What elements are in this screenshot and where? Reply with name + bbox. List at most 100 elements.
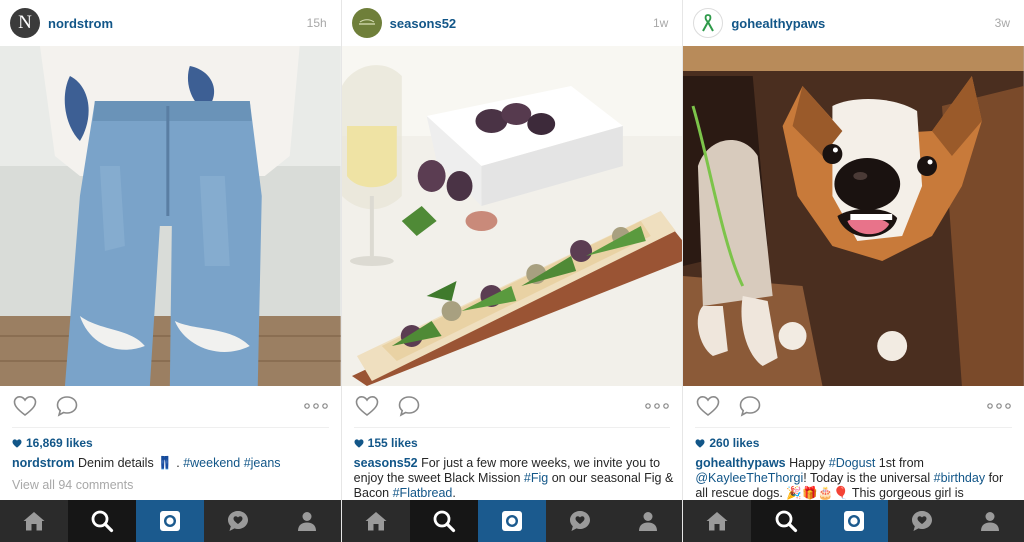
- tab-profile[interactable]: [614, 500, 683, 542]
- tab-activity[interactable]: [204, 500, 273, 542]
- post-header: N nordstrom 15h: [0, 0, 341, 46]
- person-icon: [297, 512, 316, 531]
- home-icon: [23, 512, 45, 531]
- post-username[interactable]: nordstrom: [48, 16, 307, 31]
- likes-count[interactable]: 16,869 likes: [12, 436, 93, 450]
- tab-camera[interactable]: [819, 500, 888, 542]
- bottom-tab-bar: [341, 500, 683, 542]
- ellipsis-icon: [645, 403, 670, 409]
- tab-profile[interactable]: [955, 500, 1024, 542]
- post-caption: seasons52 For just a few more weeks, we …: [354, 456, 674, 501]
- likes-label: 260 likes: [709, 436, 760, 450]
- speech-bubble-icon: [740, 396, 761, 417]
- likes-count[interactable]: 260 likes: [695, 436, 759, 450]
- caption-username[interactable]: gohealthypaws: [695, 456, 785, 470]
- hashtag-fig[interactable]: #Fig: [524, 471, 548, 485]
- tab-home[interactable]: [683, 500, 752, 542]
- search-icon: [775, 510, 797, 533]
- avatar[interactable]: [693, 8, 724, 38]
- post-photo[interactable]: [341, 46, 683, 386]
- caption-text: Denim details: [77, 456, 154, 470]
- home-icon: [365, 512, 387, 531]
- caption-username[interactable]: nordstrom: [12, 456, 75, 470]
- home-icon: [706, 512, 728, 531]
- camera-icon: [843, 511, 864, 531]
- comment-button[interactable]: [54, 393, 80, 419]
- comment-button[interactable]: [737, 393, 763, 419]
- feed-panels: N nordstrom 15h 16,869 likes nordstrom D…: [0, 0, 1024, 542]
- post-panel-nordstrom: N nordstrom 15h 16,869 likes nordstrom D…: [0, 0, 341, 542]
- search-icon: [91, 510, 114, 533]
- denim-photo: [0, 46, 341, 386]
- heart-outline-icon: [355, 395, 378, 417]
- post-header: seasons52 1w: [342, 0, 683, 46]
- divider: [12, 427, 329, 428]
- view-comments-link[interactable]: View all 94 comments: [12, 478, 133, 492]
- caption-username[interactable]: seasons52: [354, 456, 418, 470]
- tab-camera[interactable]: [136, 500, 205, 542]
- hashtag-weekend[interactable]: #weekend: [183, 456, 240, 470]
- small-heart-icon: [695, 438, 705, 448]
- caption-text: Happy: [789, 456, 826, 470]
- camera-icon: [160, 511, 181, 531]
- more-options-button[interactable]: [986, 393, 1012, 419]
- post-photo[interactable]: [0, 46, 341, 386]
- heart-bubble-icon: [228, 511, 249, 531]
- post-photo[interactable]: [683, 46, 1024, 386]
- post-username[interactable]: gohealthypaws: [731, 16, 994, 31]
- avatar[interactable]: N: [10, 8, 40, 38]
- post-username[interactable]: seasons52: [390, 16, 653, 31]
- seasons52-logo-icon: [358, 19, 375, 25]
- post-timestamp: 1w: [653, 16, 669, 30]
- hashtag-dogust[interactable]: #Dogust: [829, 456, 876, 470]
- small-heart-icon: [12, 438, 22, 448]
- tab-camera[interactable]: [477, 500, 547, 542]
- bottom-tab-bar: [683, 500, 1024, 542]
- avatar[interactable]: [351, 8, 382, 38]
- caption-text: .: [452, 486, 456, 500]
- action-row: [0, 390, 341, 422]
- camera-icon: [502, 511, 523, 531]
- bottom-tab-bar: [0, 500, 341, 542]
- like-button[interactable]: [354, 393, 380, 419]
- caption-emojis: 🎉🎁🎂🎈: [786, 486, 849, 500]
- person-icon: [980, 512, 999, 531]
- post-panel-gohealthypaws: gohealthypaws 3w 260 likes gohealthypaws…: [682, 0, 1024, 542]
- mention-kaylee[interactable]: @KayleeTheThorgi: [695, 471, 803, 485]
- tab-search[interactable]: [409, 500, 478, 542]
- search-icon: [433, 510, 455, 533]
- dog-photo: [683, 46, 1024, 386]
- like-button[interactable]: [12, 393, 38, 419]
- tab-activity[interactable]: [546, 500, 615, 542]
- hashtag-jeans[interactable]: #jeans: [244, 456, 281, 470]
- tab-profile[interactable]: [272, 500, 341, 542]
- action-row: [683, 390, 1024, 422]
- hashtag-flatbread[interactable]: #Flatbread: [393, 486, 453, 500]
- tab-search[interactable]: [68, 500, 137, 542]
- speech-bubble-icon: [398, 396, 419, 417]
- likes-label: 16,869 likes: [26, 436, 93, 450]
- hashtag-birthday[interactable]: #birthday: [934, 471, 985, 485]
- ellipsis-icon: [303, 403, 328, 409]
- comment-button[interactable]: [396, 393, 422, 419]
- more-options-button[interactable]: [644, 393, 670, 419]
- avatar-letter: N: [18, 12, 32, 33]
- small-heart-icon: [354, 438, 364, 448]
- ellipsis-icon: [987, 403, 1011, 409]
- likes-label: 155 likes: [367, 436, 418, 450]
- more-options-button[interactable]: [303, 393, 329, 419]
- tab-search[interactable]: [751, 500, 820, 542]
- divider: [695, 427, 1013, 428]
- heart-bubble-icon: [570, 511, 591, 531]
- likes-count[interactable]: 155 likes: [354, 436, 418, 450]
- post-panel-seasons52: seasons52 1w 155 likes seasons52 For jus…: [340, 0, 683, 542]
- caption-emoji: 👖: [157, 456, 173, 470]
- post-caption: gohealthypaws Happy #Dogust 1st from @Ka…: [695, 456, 1015, 501]
- tab-home[interactable]: [0, 500, 69, 542]
- flatbread-photo: [341, 46, 683, 386]
- heart-bubble-icon: [911, 511, 932, 531]
- tab-home[interactable]: [341, 500, 410, 542]
- tab-activity[interactable]: [887, 500, 956, 542]
- speech-bubble-icon: [56, 396, 78, 417]
- like-button[interactable]: [695, 393, 721, 419]
